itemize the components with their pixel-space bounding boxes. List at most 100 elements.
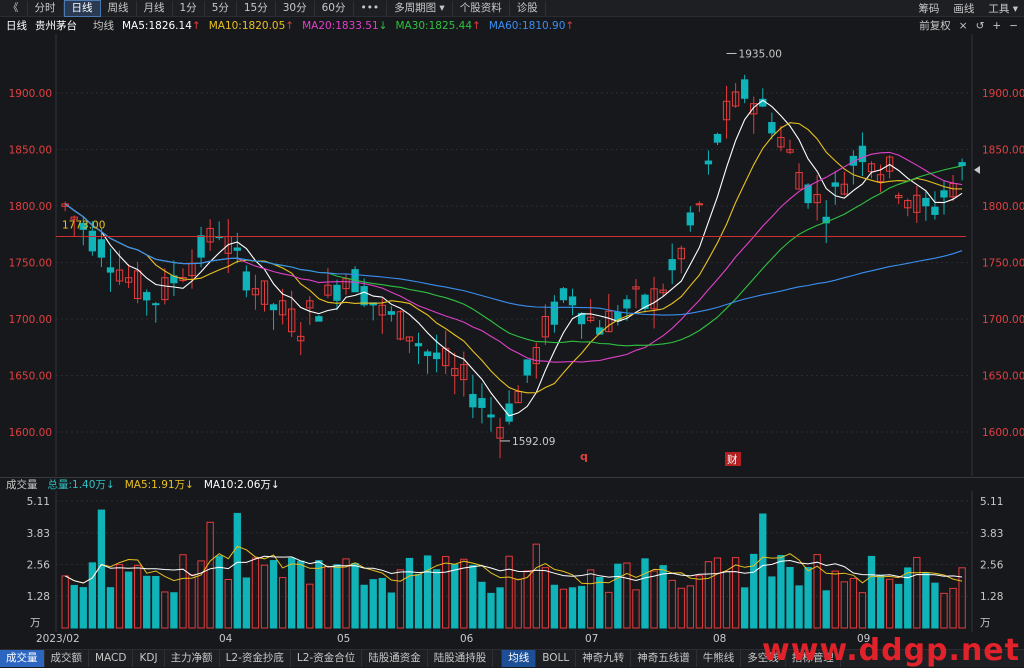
volume-bar bbox=[867, 555, 876, 629]
volume-bar bbox=[931, 582, 939, 629]
candle-body bbox=[333, 284, 341, 301]
infobar-right: 前复权 × ↺ + − bbox=[919, 17, 1018, 34]
candle-body bbox=[568, 296, 577, 306]
volume-tick-label: 3.83 bbox=[27, 528, 50, 540]
candle-body bbox=[233, 247, 241, 251]
stock-profile-button[interactable]: 个股资料 bbox=[453, 0, 510, 16]
volume-bar bbox=[695, 575, 704, 629]
volume-bar bbox=[541, 567, 550, 629]
volume-bar bbox=[378, 577, 386, 629]
tab-magic-five[interactable]: 神奇五线谱 bbox=[631, 650, 697, 667]
volume-bar bbox=[876, 574, 885, 629]
ma-label[interactable]: 均线 bbox=[93, 18, 114, 33]
volume-bar bbox=[623, 562, 631, 629]
volume-bar bbox=[577, 585, 586, 629]
tab-turnover[interactable]: 成交额 bbox=[45, 650, 89, 667]
ma20-value: MA20:1833.51 bbox=[302, 19, 379, 32]
diagnose-button[interactable]: 诊股 bbox=[510, 0, 546, 16]
volume-bar bbox=[632, 589, 640, 629]
undo-icon[interactable]: ↺ bbox=[976, 20, 985, 32]
tab-1min[interactable]: 1分 bbox=[173, 0, 205, 16]
tab-5min[interactable]: 5分 bbox=[205, 0, 237, 16]
candle-body bbox=[143, 292, 151, 301]
price-tick-label: 1650.00 bbox=[982, 371, 1024, 383]
volume-bar bbox=[768, 576, 776, 629]
volume-bar bbox=[704, 561, 713, 629]
volume-bar bbox=[88, 562, 97, 629]
volume-bar bbox=[532, 543, 540, 629]
tab-15min[interactable]: 15分 bbox=[237, 0, 276, 16]
chips-button[interactable]: 筹码 bbox=[918, 1, 939, 16]
volume-bar bbox=[804, 567, 812, 629]
volume-tick-label: 2.56 bbox=[980, 559, 1004, 571]
volume-ma10: MA10:2.06万↓ bbox=[203, 479, 280, 491]
zoom-out-icon[interactable]: − bbox=[1009, 20, 1018, 32]
candle-body bbox=[958, 162, 966, 167]
candle-body bbox=[242, 271, 251, 291]
tab-30min[interactable]: 30分 bbox=[276, 0, 315, 16]
candle-body bbox=[523, 359, 531, 376]
volume-ma-lines bbox=[64, 545, 963, 585]
volume-bar bbox=[188, 574, 196, 629]
volume-bar bbox=[342, 558, 350, 629]
adjust-mode-button[interactable]: 前复权 bbox=[919, 18, 951, 33]
tab-yuexian[interactable]: 月线 bbox=[137, 0, 173, 16]
draw-line-button[interactable]: 画线 bbox=[953, 1, 974, 16]
volume-bar bbox=[324, 566, 332, 629]
tab-bull-bear[interactable]: 牛熊线 bbox=[697, 650, 742, 667]
volume-bar bbox=[895, 583, 903, 629]
back-button[interactable]: 《 bbox=[0, 0, 28, 16]
volume-bar bbox=[849, 577, 858, 629]
date-label: 08 bbox=[713, 633, 727, 645]
multi-period-dropdown[interactable]: 多周期图 ▾ bbox=[387, 0, 453, 16]
volume-bar bbox=[759, 513, 767, 629]
ma5-value: MA5:1826.14 bbox=[122, 19, 192, 32]
tab-ma[interactable]: 均线 bbox=[502, 650, 537, 667]
volume-bar bbox=[405, 557, 414, 629]
tab-rixian[interactable]: 日线 bbox=[63, 0, 101, 17]
tab-fenshi[interactable]: 分时 bbox=[28, 0, 64, 16]
volume-chart[interactable]: 5.11 5.11 3.83 3.83 2.56 2.56 1.28 1.28 万 万 bbox=[0, 491, 1024, 632]
volume-bar bbox=[315, 560, 323, 629]
price-tick-label: 1650.00 bbox=[9, 371, 52, 383]
zoom-in-icon[interactable]: + bbox=[992, 20, 1001, 32]
tab-boll[interactable]: BOLL bbox=[536, 650, 577, 667]
candle-body bbox=[559, 288, 568, 301]
volume-bar bbox=[496, 587, 504, 629]
event-marker-q: q bbox=[580, 450, 588, 463]
arrow-up-icon: ↑ bbox=[472, 19, 481, 32]
volume-bar bbox=[559, 588, 568, 629]
tab-macd[interactable]: MACD bbox=[89, 650, 134, 667]
volume-bar bbox=[731, 557, 740, 629]
tab-l2-bottom[interactable]: L2-资金抄底 bbox=[220, 650, 291, 667]
period-toolbar: 《 分时 日线 周线 月线 1分 5分 15分 30分 60分 ••• 多周期图… bbox=[0, 0, 1024, 17]
tab-zhouxian[interactable]: 周线 bbox=[101, 0, 137, 16]
price-tick-label: 1800.00 bbox=[9, 201, 52, 213]
candle-body bbox=[713, 133, 722, 143]
arrow-down-icon: ↓ bbox=[378, 19, 388, 32]
tab-kdj[interactable]: KDJ bbox=[133, 650, 165, 667]
low-price-label: 1592.09 bbox=[512, 436, 555, 448]
tab-60min[interactable]: 60分 bbox=[315, 0, 354, 16]
tab-volume[interactable]: 成交量 bbox=[0, 650, 45, 667]
close-icon[interactable]: × bbox=[959, 20, 968, 32]
tools-dropdown[interactable]: 工具 ▾ bbox=[988, 1, 1018, 16]
volume-bar bbox=[306, 583, 314, 629]
date-label: 05 bbox=[337, 633, 351, 645]
candle-body bbox=[931, 206, 939, 215]
volume-bar bbox=[922, 572, 930, 629]
candle-body bbox=[695, 203, 704, 206]
more-periods-button[interactable]: ••• bbox=[354, 0, 388, 16]
tab-hk-connect-holdings[interactable]: 陆股通持股 bbox=[428, 650, 494, 667]
tab-hk-connect-funds[interactable]: 陆股通资金 bbox=[362, 650, 428, 667]
candlestick-chart[interactable]: 1900.00 1850.00 1800.00 1750.00 1700.00 1650.… bbox=[0, 34, 1024, 476]
volume-bar bbox=[686, 585, 694, 629]
volume-bar bbox=[242, 577, 251, 629]
volume-bar bbox=[741, 587, 749, 629]
tab-l2-position[interactable]: L2-资金合位 bbox=[291, 650, 363, 667]
arrow-up-icon: ↑ bbox=[565, 19, 575, 32]
volume-bar bbox=[586, 569, 595, 629]
tab-magic-nine[interactable]: 神奇九转 bbox=[576, 650, 632, 667]
candle-body bbox=[432, 352, 441, 360]
tab-main-net[interactable]: 主力净额 bbox=[165, 650, 220, 667]
